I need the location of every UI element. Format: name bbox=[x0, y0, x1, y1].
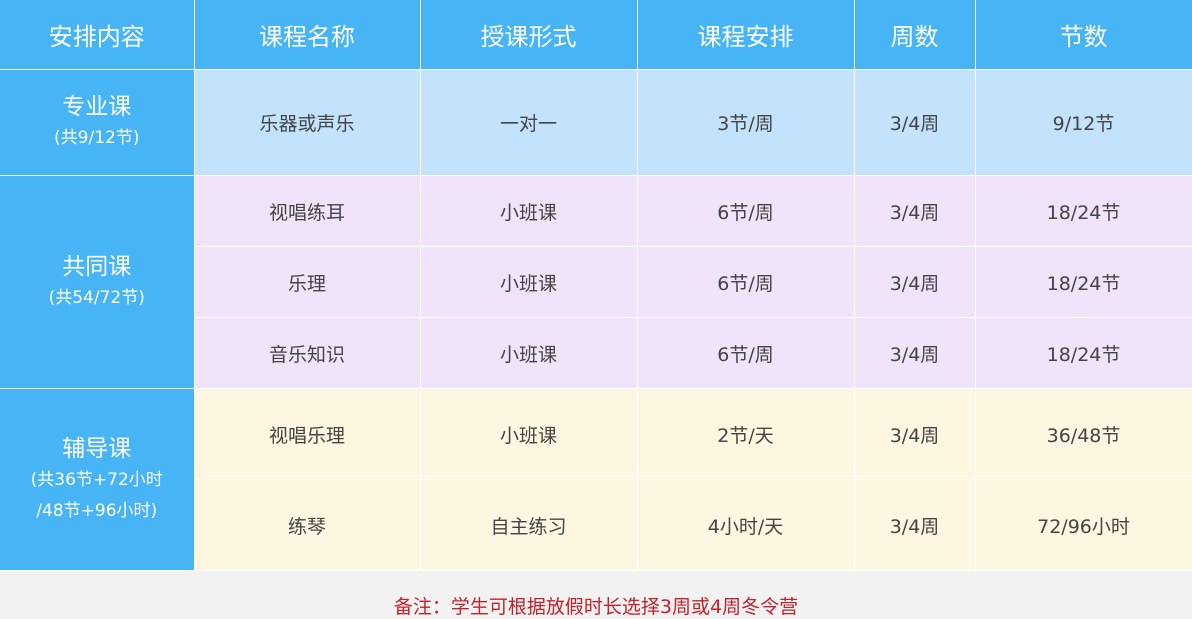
format-cell: 一对一 bbox=[420, 69, 638, 176]
header-cell: 节数 bbox=[975, 0, 1192, 70]
header-cell: 课程安排 bbox=[637, 0, 855, 70]
category-name: 辅导课 bbox=[62, 435, 132, 462]
category-name: 专业课 bbox=[62, 94, 132, 120]
weeks-cell: 3/4周 bbox=[854, 388, 976, 480]
table-row: 专业课 (共9/12节) 乐器或声乐 一对一 3节/周 3/4周 9/12节 bbox=[0, 69, 1192, 176]
arrangement-cell: 2节/天 bbox=[637, 388, 855, 480]
category-subtitle: (共36节+72小时 bbox=[30, 469, 163, 490]
category-subtitle: (共9/12节) bbox=[54, 128, 140, 148]
category-subtitle: (共54/72节) bbox=[48, 287, 145, 308]
arrangement-cell: 4小时/天 bbox=[637, 479, 855, 571]
arrangement-cell: 3节/周 bbox=[637, 69, 855, 176]
sessions-cell: 72/96小时 bbox=[975, 479, 1192, 571]
category-cell: 共同课 (共54/72节) bbox=[0, 175, 195, 389]
format-cell: 自主练习 bbox=[420, 479, 638, 571]
arrangement-cell: 6节/周 bbox=[637, 246, 855, 318]
course-name-cell: 视唱乐理 bbox=[194, 388, 421, 480]
course-name-cell: 练琴 bbox=[194, 479, 421, 571]
sessions-cell: 9/12节 bbox=[975, 69, 1192, 176]
format-cell: 小班课 bbox=[420, 246, 638, 318]
course-schedule: 安排内容 课程名称 授课形式 课程安排 周数 节数 专业课 (共9/12节) 乐… bbox=[0, 0, 1192, 619]
category-cell: 专业课 (共9/12节) bbox=[0, 69, 195, 176]
category-subtitle: /48节+96小时) bbox=[36, 500, 158, 521]
header-cell: 安排内容 bbox=[0, 0, 195, 70]
category-cell: 辅导课 (共36节+72小时 /48节+96小时) bbox=[0, 388, 195, 571]
table-row: 辅导课 (共36节+72小时 /48节+96小时) 视唱乐理 小班课 2节/天 … bbox=[0, 388, 1192, 571]
header-cell: 周数 bbox=[854, 0, 976, 70]
course-name-cell: 视唱练耳 bbox=[194, 175, 421, 247]
weeks-cell: 3/4周 bbox=[854, 69, 976, 176]
course-name-cell: 乐理 bbox=[194, 246, 421, 318]
footnote: 备注：学生可根据放假时长选择3周或4周冬令营 bbox=[393, 596, 799, 618]
format-cell: 小班课 bbox=[420, 317, 638, 389]
format-cell: 小班课 bbox=[420, 175, 638, 247]
table-row: 共同课 (共54/72节) 视唱练耳 小班课 6节/周 3/4周 18/24节 bbox=[0, 175, 1192, 389]
course-name-cell: 音乐知识 bbox=[194, 317, 421, 389]
sessions-cell: 18/24节 bbox=[975, 317, 1192, 389]
header-cell: 授课形式 bbox=[420, 0, 638, 70]
weeks-cell: 3/4周 bbox=[854, 175, 976, 247]
weeks-cell: 3/4周 bbox=[854, 317, 976, 389]
sessions-cell: 18/24节 bbox=[975, 246, 1192, 318]
category-name: 共同课 bbox=[62, 253, 132, 280]
weeks-cell: 3/4周 bbox=[854, 479, 976, 571]
arrangement-cell: 6节/周 bbox=[637, 175, 855, 247]
arrangement-cell: 6节/周 bbox=[637, 317, 855, 389]
course-name-cell: 乐器或声乐 bbox=[194, 69, 421, 176]
sessions-cell: 36/48节 bbox=[975, 388, 1192, 480]
format-cell: 小班课 bbox=[420, 388, 638, 480]
sessions-cell: 18/24节 bbox=[975, 175, 1192, 247]
weeks-cell: 3/4周 bbox=[854, 246, 976, 318]
header-cell: 课程名称 bbox=[194, 0, 421, 70]
schedule-table: 安排内容 课程名称 授课形式 课程安排 周数 节数 专业课 (共9/12节) 乐… bbox=[0, 0, 1192, 571]
header-row: 安排内容 课程名称 授课形式 课程安排 周数 节数 bbox=[0, 0, 1192, 70]
